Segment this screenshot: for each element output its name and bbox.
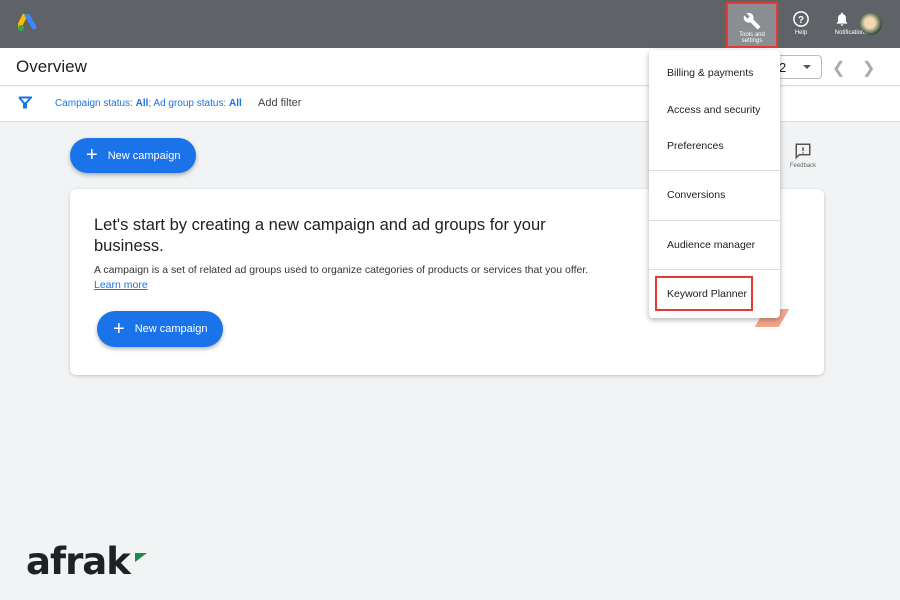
bell-icon (836, 12, 848, 26)
card-heading: Let's start by creating a new campaign a… (94, 216, 546, 255)
new-campaign-label: New campaign (134, 323, 208, 335)
campaign-status-label: Campaign status: (55, 98, 133, 109)
help-label: Help (794, 30, 808, 36)
menu-item-preferences[interactable]: Preferences (667, 140, 724, 152)
ad-group-status-label: ; Ad group status: (148, 98, 227, 109)
menu-divider (649, 220, 780, 221)
tools-dropdown-menu: Billing & payments Access and security P… (649, 50, 780, 318)
afrak-watermark-logo: afrak (26, 540, 131, 583)
menu-item-keyword-planner[interactable]: Keyword Planner (667, 288, 747, 300)
chevron-left-icon[interactable]: ❮ (832, 58, 845, 78)
wrench-icon (743, 12, 761, 30)
tools-label: Tools and settings (739, 32, 765, 44)
feedback-button[interactable]: Feedback (786, 142, 820, 169)
learn-more-link[interactable]: Learn more (94, 279, 148, 291)
new-campaign-button[interactable]: + New campaign (70, 138, 197, 173)
menu-item-billing[interactable]: Billing & payments (667, 67, 753, 79)
plus-icon: + (86, 144, 98, 166)
chevron-right-icon[interactable]: ❯ (862, 58, 875, 78)
ad-group-status-value: All (229, 98, 242, 109)
status-filter[interactable]: Campaign status: All; Ad group status: A… (55, 98, 242, 109)
card-description: A campaign is a set of related ad groups… (94, 264, 589, 276)
page-title: Overview (16, 57, 87, 76)
menu-divider (649, 170, 780, 171)
feedback-label: Feedback (789, 163, 817, 169)
add-filter-button[interactable]: Add filter (258, 97, 301, 109)
menu-item-access-security[interactable]: Access and security (667, 104, 760, 116)
top-bar: Tools and settings ? Help Notifications (0, 0, 900, 48)
menu-item-conversions[interactable]: Conversions (667, 189, 725, 201)
watermark-accent (135, 553, 147, 562)
help-button[interactable]: ? Help (786, 2, 816, 48)
date-range-value: 2 (779, 60, 787, 75)
new-campaign-label: New campaign (107, 149, 181, 162)
avatar[interactable] (860, 13, 882, 35)
plus-icon: + (113, 317, 125, 340)
feedback-icon (795, 143, 811, 160)
help-icon: ? (793, 11, 809, 27)
tools-and-settings-button[interactable]: Tools and settings (726, 2, 778, 48)
filter-icon[interactable] (18, 96, 32, 110)
svg-text:?: ? (798, 15, 804, 26)
google-ads-logo[interactable] (18, 14, 38, 32)
menu-item-audience-manager[interactable]: Audience manager (667, 239, 755, 251)
campaign-status-value: All (135, 98, 149, 109)
menu-divider (649, 269, 780, 270)
caret-down-icon (803, 65, 811, 73)
card-new-campaign-button[interactable]: + New campaign (97, 311, 224, 347)
